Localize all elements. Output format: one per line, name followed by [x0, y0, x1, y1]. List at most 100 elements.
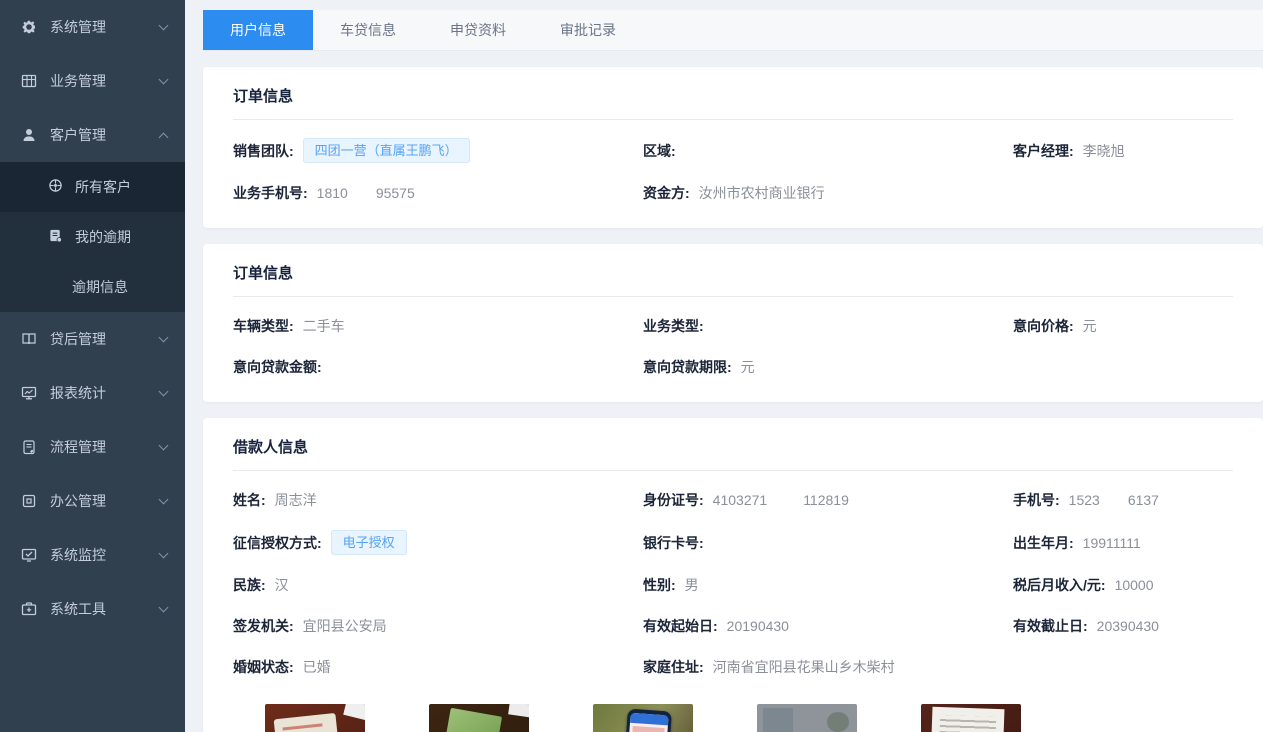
field-label: 手机号: [1013, 490, 1060, 510]
sidebar-item-process-mgmt[interactable]: 流程管理 [0, 420, 185, 474]
field-label: 业务类型: [643, 316, 704, 336]
credit-auth-field: 征信授权方式: 电子授权 [233, 530, 643, 555]
field-label: 性别: [643, 575, 676, 595]
sidebar-item-system-tools[interactable]: 系统工具 [0, 582, 185, 636]
monitor-icon [20, 385, 37, 402]
field-value: 汉 [275, 575, 289, 595]
field-value: 20390430 [1097, 618, 1159, 634]
user-icon [20, 127, 37, 144]
bank-card-field: 银行卡号: [643, 532, 1013, 554]
document-icon [48, 228, 63, 246]
field-value-masked: 15236137 [1069, 492, 1159, 508]
tab-car-loan-info[interactable]: 车贷信息 [313, 10, 423, 50]
card-title: 借款人信息 [233, 436, 1233, 471]
chevron-down-icon [159, 603, 169, 613]
field-label: 银行卡号: [643, 533, 704, 553]
biz-type-field: 业务类型: [643, 315, 1013, 337]
sidebar-item-my-overdue[interactable]: 我的逾期 [0, 212, 185, 262]
card-title: 订单信息 [233, 262, 1233, 297]
field-value: 宜阳县公安局 [303, 616, 387, 636]
gear-icon [20, 19, 37, 36]
credit-auth-tag: 电子授权 [331, 530, 407, 555]
tab-label: 申贷资料 [450, 20, 506, 40]
chevron-down-icon [159, 549, 169, 559]
sidebar-item-label: 系统管理 [50, 17, 106, 37]
order-info-card-1: 订单信息 销售团队: 四团一营（直属王鹏飞） 区域: 客户经理: 李晓旭 业务手… [203, 67, 1263, 228]
birth-field: 出生年月: 19911111 [1013, 532, 1233, 554]
sidebar-item-office-mgmt[interactable]: 办公管理 [0, 474, 185, 528]
sidebar-item-all-customers[interactable]: 所有客户 [0, 162, 185, 212]
sales-team-field: 销售团队: 四团一营（直属王鹏飞） [233, 138, 643, 163]
id-prefix: 4103271 [713, 492, 768, 508]
photo-item [921, 704, 1021, 732]
sidebar-item-label: 客户管理 [50, 125, 106, 145]
toolbox-icon [20, 601, 37, 618]
intent-price-field: 意向价格: 元 [1013, 315, 1233, 337]
sidebar-item-overdue-info[interactable]: 逾期信息 [0, 262, 185, 312]
card-title: 订单信息 [233, 85, 1233, 120]
id-number-field: 身份证号: 4103271112819 [643, 489, 1013, 511]
tab-loan-application-docs[interactable]: 申贷资料 [423, 10, 533, 50]
square-icon [20, 493, 37, 510]
field-value: 河南省宜阳县花果山乡木柴村 [713, 657, 895, 677]
grid-icon [20, 73, 37, 90]
phone-qr-photo[interactable] [593, 704, 693, 732]
field-label: 销售团队: [233, 141, 294, 161]
document-photos [265, 704, 1233, 732]
field-label: 签发机关: [233, 616, 294, 636]
field-value: 二手车 [303, 316, 345, 336]
field-value: 男 [685, 575, 699, 595]
chevron-down-icon [159, 387, 169, 397]
address-field: 家庭住址: 河南省宜阳县花果山乡木柴村 [643, 656, 1013, 678]
order-info-card-2: 订单信息 车辆类型: 二手车 业务类型: 意向价格: 元 意向贷款金额: 意向贷… [203, 244, 1263, 402]
monitor-check-icon [20, 547, 37, 564]
sidebar-item-customer-mgmt[interactable]: 客户管理 [0, 108, 185, 162]
tab-approval-records[interactable]: 审批记录 [533, 10, 643, 50]
empty-cell [1013, 356, 1233, 378]
vehicle-type-field: 车辆类型: 二手车 [233, 315, 643, 337]
field-label: 出生年月: [1013, 533, 1074, 553]
field-label: 车辆类型: [233, 316, 294, 336]
sidebar-item-label: 我的逾期 [75, 227, 131, 247]
photo-item [265, 704, 365, 732]
chevron-down-icon [159, 21, 169, 31]
id-suffix: 112819 [803, 492, 849, 508]
loan-term-field: 意向贷款期限: 元 [643, 356, 1013, 378]
sidebar-item-label: 贷后管理 [50, 329, 106, 349]
field-value: 周志洋 [275, 490, 317, 510]
income-field: 税后月收入/元: 10000 [1013, 574, 1233, 596]
funder-field: 资金方: 汝州市农村商业银行 [643, 182, 1013, 204]
sidebar-item-postloan-mgmt[interactable]: 贷后管理 [0, 312, 185, 366]
field-value: 10000 [1115, 577, 1154, 593]
valid-to-field: 有效截止日: 20390430 [1013, 615, 1233, 637]
paper-document-photo[interactable] [921, 704, 1021, 732]
region-field: 区域: [643, 140, 1013, 162]
sidebar-item-report-stats[interactable]: 报表统计 [0, 366, 185, 420]
sidebar: 系统管理 业务管理 客户管理 所有客户 我的逾期 逾期信息 [0, 0, 185, 732]
car-person-photo[interactable] [757, 704, 857, 732]
field-value: 19911111 [1083, 535, 1141, 551]
photo-item [593, 704, 693, 732]
loan-amount-field: 意向贷款金额: [233, 356, 643, 378]
tab-label: 车贷信息 [340, 20, 396, 40]
chevron-up-icon [159, 132, 169, 142]
empty-cell [1013, 182, 1233, 204]
borrower-info-card: 借款人信息 姓名: 周志洋 身份证号: 4103271112819 手机号: 1… [203, 418, 1263, 732]
green-booklet-photo[interactable] [429, 704, 529, 732]
ethnicity-field: 民族: 汉 [233, 574, 643, 596]
tab-user-info[interactable]: 用户信息 [203, 10, 313, 50]
field-label: 客户经理: [1013, 141, 1074, 161]
empty-cell [1013, 656, 1233, 678]
sidebar-item-system-mgmt[interactable]: 系统管理 [0, 0, 185, 54]
sidebar-item-business-mgmt[interactable]: 业务管理 [0, 54, 185, 108]
field-label: 区域: [643, 141, 676, 161]
field-value: 20190430 [727, 618, 789, 634]
mobile-field: 手机号: 15236137 [1013, 489, 1233, 511]
biz-phone-field: 业务手机号: 181095575 [233, 182, 643, 204]
id-card-photo[interactable] [265, 704, 365, 732]
field-label: 家庭住址: [643, 657, 704, 677]
sidebar-item-system-monitor[interactable]: 系统监控 [0, 528, 185, 582]
phone-suffix: 95575 [376, 185, 415, 201]
field-label: 有效截止日: [1013, 616, 1088, 636]
sidebar-item-label: 系统工具 [50, 599, 106, 619]
